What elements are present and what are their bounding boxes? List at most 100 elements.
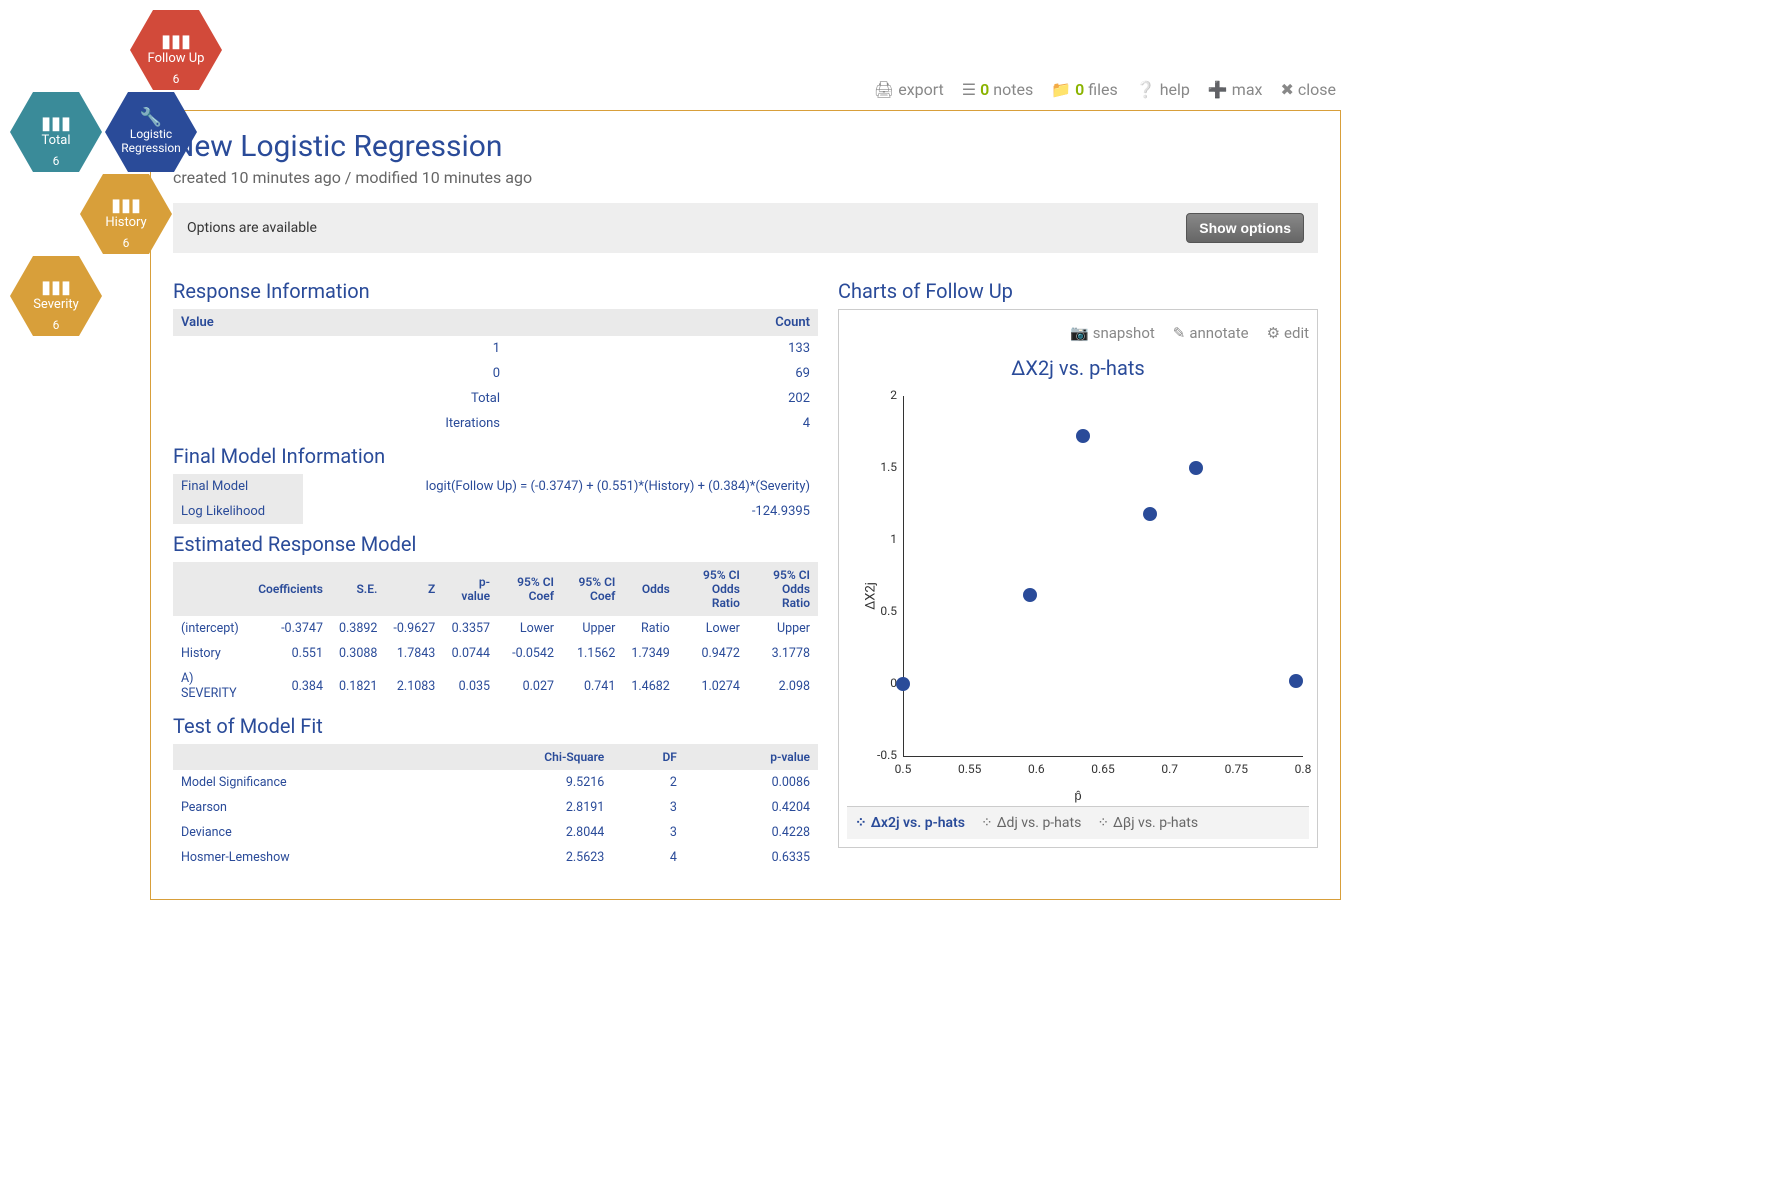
cell: Ratio — [623, 616, 677, 641]
help-button[interactable]: ❔ help — [1136, 80, 1190, 99]
value-log-likelihood: -124.9395 — [303, 499, 818, 524]
cell: 2.5623 — [431, 845, 612, 870]
cell: Upper — [562, 616, 623, 641]
cell: 0.384 — [250, 666, 331, 706]
cell: Pearson — [173, 795, 431, 820]
x-tick: 0.55 — [958, 762, 981, 776]
x-axis-label: p̂ — [1074, 788, 1081, 804]
cell: 2.1083 — [385, 666, 443, 706]
toolbar: 🖨 export ☰ 0notes 📁 0files ❔ help ➕ max … — [874, 80, 1336, 99]
scatter-icon: ⁘ — [855, 815, 867, 831]
section-final-model: Final Model Information — [173, 444, 818, 468]
edit-button[interactable]: ⚙edit — [1267, 324, 1309, 342]
col-header: Coefficients — [250, 562, 331, 616]
hex-label: Follow Up — [148, 51, 205, 67]
scatter-icon: ⁘ — [1097, 815, 1109, 831]
page-meta: created 10 minutes ago / modified 10 min… — [173, 168, 1318, 187]
notes-button[interactable]: ☰ 0notes — [962, 80, 1033, 99]
col-header: 95% CI Odds Ratio — [678, 562, 748, 616]
section-model-fit: Test of Model Fit — [173, 714, 818, 738]
col-header — [173, 562, 250, 616]
cell: (intercept) — [173, 616, 250, 641]
cell: 0.551 — [250, 641, 331, 666]
scatter-icon: ⁘ — [981, 815, 993, 831]
y-tick: 0.5 — [863, 604, 897, 618]
cell: 0.0744 — [443, 641, 498, 666]
data-point — [1023, 588, 1037, 602]
cell-value: Iterations — [173, 411, 560, 436]
chart-tabs: ⁘Δx2j vs. p-hats ⁘Δdj vs. p-hats ⁘Δβj vs. … — [847, 806, 1309, 839]
chart-actions: 📷snapshot ✎annotate ⚙edit — [847, 318, 1309, 348]
table-row: Pearson2.819130.4204 — [173, 795, 818, 820]
cell: 1.4682 — [623, 666, 677, 706]
annotate-button[interactable]: ✎annotate — [1173, 324, 1249, 342]
gear-icon: ⚙ — [1267, 324, 1280, 342]
wrench-icon: 🔧 — [140, 109, 162, 127]
close-button[interactable]: ✖ close — [1280, 80, 1336, 99]
bar-chart-icon: ▮▮▮ — [41, 115, 71, 133]
hex-logistic-regression[interactable]: 🔧 Logistic Regression — [105, 92, 197, 172]
table-row: 1133 — [173, 336, 818, 361]
cell-count: 133 — [560, 336, 818, 361]
section-estimated-model: Estimated Response Model — [173, 532, 818, 556]
col-header: p-value — [685, 744, 818, 770]
chart-tab[interactable]: ⁘Δx2j vs. p-hats — [855, 815, 965, 831]
hexagon-nav: ▮▮▮ Follow Up 6 ▮▮▮ Total 6 🔧 Logistic R… — [10, 10, 240, 350]
printer-icon: 🖨 — [874, 80, 894, 99]
y-tick: 1 — [863, 532, 897, 546]
hex-label: Total — [41, 133, 70, 149]
close-icon: ✖ — [1280, 80, 1293, 99]
section-charts: Charts of Follow Up — [838, 279, 1318, 303]
cell: -0.3747 — [250, 616, 331, 641]
data-point — [1076, 429, 1090, 443]
col-header: S.E. — [331, 562, 385, 616]
hex-severity[interactable]: ▮▮▮ Severity 6 — [10, 256, 102, 336]
show-options-button[interactable]: Show options — [1186, 213, 1304, 243]
list-icon: ☰ — [962, 80, 976, 99]
files-button[interactable]: 📁 0files — [1051, 80, 1118, 99]
cell: History — [173, 641, 250, 666]
hex-label: Severity — [33, 297, 79, 313]
cell: 0.035 — [443, 666, 498, 706]
cell: 0.3892 — [331, 616, 385, 641]
col-header: Z — [385, 562, 443, 616]
cell: 3 — [612, 795, 685, 820]
page-title: New Logistic Regression — [173, 129, 1318, 164]
bar-chart-icon: ▮▮▮ — [41, 279, 71, 297]
chart-title: ΔX2j vs. p-hats — [847, 356, 1309, 380]
chart-container: 📷snapshot ✎annotate ⚙edit ΔX2j vs. p-hat… — [838, 309, 1318, 848]
cell: Upper — [748, 616, 818, 641]
cell: -0.0542 — [498, 641, 562, 666]
table-row: Deviance2.804430.4228 — [173, 820, 818, 845]
snapshot-button[interactable]: 📷snapshot — [1070, 324, 1155, 342]
cell: 0.6335 — [685, 845, 818, 870]
cell-value: Total — [173, 386, 560, 411]
chart-tab[interactable]: ⁘Δdj vs. p-hats — [981, 815, 1081, 831]
cell: -0.9627 — [385, 616, 443, 641]
table-row: 069 — [173, 361, 818, 386]
export-button[interactable]: 🖨 export — [874, 80, 944, 99]
max-button[interactable]: ➕ max — [1208, 80, 1263, 99]
cell: 9.5216 — [431, 770, 612, 795]
scatter-plot: ΔX2j p̂ -0.500.511.520.50.550.60.650.70.… — [847, 386, 1309, 806]
cell-value: 0 — [173, 361, 560, 386]
hex-total[interactable]: ▮▮▮ Total 6 — [10, 92, 102, 172]
y-tick: -0.5 — [863, 748, 897, 762]
y-tick: 2 — [863, 388, 897, 402]
y-tick: 0 — [863, 676, 897, 690]
chart-tab[interactable]: ⁘Δβj vs. p-hats — [1097, 815, 1198, 831]
hex-count: 6 — [53, 154, 60, 168]
cell: 0.027 — [498, 666, 562, 706]
hex-history[interactable]: ▮▮▮ History 6 — [80, 174, 172, 254]
folder-icon: 📁 — [1051, 80, 1071, 99]
x-tick: 0.6 — [1028, 762, 1045, 776]
x-tick: 0.5 — [895, 762, 912, 776]
hex-followup[interactable]: ▮▮▮ Follow Up 6 — [130, 10, 222, 90]
cell: Lower — [498, 616, 562, 641]
table-row: Hosmer-Lemeshow2.562340.6335 — [173, 845, 818, 870]
col-header: Odds — [623, 562, 677, 616]
cell: A) SEVERITY — [173, 666, 250, 706]
response-info-table: Value Count 1133069Total202Iterations4 — [173, 309, 818, 436]
model-fit-table: Chi-SquareDFp-value Model Significance9.… — [173, 744, 818, 870]
options-bar: Options are available Show options — [173, 203, 1318, 253]
